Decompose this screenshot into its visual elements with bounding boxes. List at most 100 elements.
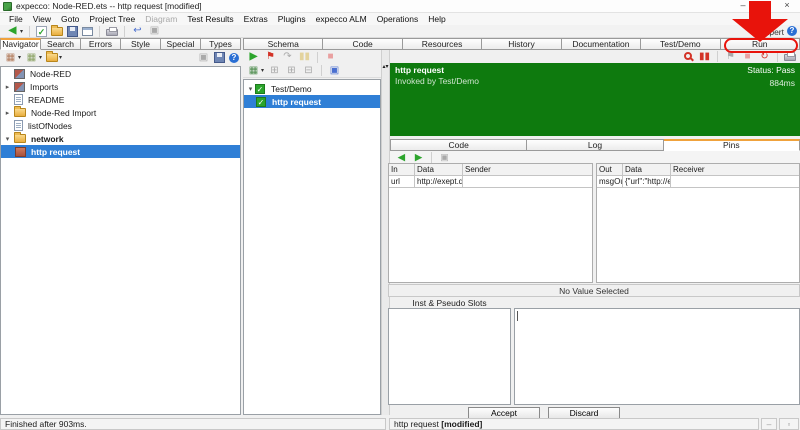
- tree-mode-icon[interactable]: ▦: [247, 65, 260, 77]
- undo-icon[interactable]: ↩: [131, 25, 144, 37]
- tab-run[interactable]: Run: [720, 38, 800, 50]
- tab-test-demo[interactable]: Test/Demo: [641, 38, 721, 50]
- filter-dropdown-icon[interactable]: ▾: [39, 54, 44, 61]
- editor-tab-bar: Schema Code Resources History Documentat…: [243, 38, 800, 50]
- tab-style[interactable]: Style: [121, 38, 161, 50]
- tree-item-imports[interactable]: ▸ Imports: [1, 80, 240, 93]
- window-title: expecco: Node-RED.ets -- http request [m…: [16, 1, 202, 11]
- tab-errors[interactable]: Errors: [81, 38, 121, 50]
- tree-item-node-red[interactable]: Node-RED: [1, 67, 240, 80]
- tree-item-readme[interactable]: README: [1, 93, 240, 106]
- col-data[interactable]: Data: [415, 164, 463, 176]
- menu-operations[interactable]: Operations: [372, 14, 424, 24]
- expander-icon[interactable]: ▾: [3, 135, 12, 143]
- value-editor[interactable]: [514, 308, 800, 405]
- navigator-help-icon[interactable]: ?: [229, 52, 239, 63]
- menu-expecco-alm[interactable]: expecco ALM: [311, 14, 372, 24]
- col-data[interactable]: Data: [623, 164, 671, 176]
- maximize-button[interactable]: ▢: [754, 0, 776, 12]
- expander-icon[interactable]: ▸: [3, 109, 12, 117]
- open-file-icon[interactable]: [51, 24, 63, 36]
- menu-test-results[interactable]: Test Results: [182, 14, 238, 24]
- tree-item-listofnodes[interactable]: listOfNodes: [1, 119, 240, 132]
- splitter-grip-icon[interactable]: ▴▾: [382, 64, 389, 70]
- table-row[interactable]: url http://exept.de: [389, 176, 592, 188]
- new-window-icon[interactable]: [82, 26, 93, 36]
- tree-item-network[interactable]: ▾ network: [1, 132, 240, 145]
- col-sender[interactable]: Sender: [463, 164, 592, 176]
- new-folder-dropdown-icon[interactable]: ▾: [59, 54, 64, 61]
- resize-grip-icon[interactable]: ▫: [779, 418, 799, 430]
- table-row[interactable]: msgOut {"url":"http://e…: [597, 176, 799, 188]
- col-in[interactable]: In: [389, 164, 415, 176]
- tab-detail-code[interactable]: Code: [390, 139, 528, 151]
- menu-view[interactable]: View: [28, 14, 56, 24]
- tab-special[interactable]: Special: [161, 38, 201, 50]
- tab-resources[interactable]: Resources: [402, 38, 483, 50]
- next-pin-icon[interactable]: ▶: [412, 152, 425, 162]
- tree-item-test-demo[interactable]: ▾ ✓ Test/Demo: [244, 82, 380, 95]
- save-icon[interactable]: [67, 25, 78, 37]
- user-level-label[interactable]: Expert: [759, 27, 784, 37]
- stop-run-icon[interactable]: ■: [741, 51, 754, 63]
- menu-goto[interactable]: Goto: [56, 14, 84, 24]
- menu-file[interactable]: File: [4, 14, 28, 24]
- breakpoint-icon[interactable]: ⚑: [724, 51, 737, 63]
- sync-window-icon[interactable]: ▣: [197, 52, 210, 64]
- col-receiver[interactable]: Receiver: [671, 164, 799, 176]
- help-icon[interactable]: ?: [787, 26, 797, 36]
- browser-icon[interactable]: ▣: [148, 25, 161, 37]
- tree-mode-dropdown-icon[interactable]: ▾: [261, 67, 266, 74]
- back-icon[interactable]: ◀: [6, 25, 19, 37]
- filter-icon[interactable]: ▦: [25, 52, 38, 64]
- pin-data: {"url":"http://e…: [623, 176, 671, 188]
- col-out[interactable]: Out: [597, 164, 623, 176]
- tab-detail-log[interactable]: Log: [527, 139, 664, 151]
- collapse-all-icon[interactable]: ⊟: [302, 65, 315, 77]
- expander-icon[interactable]: ▾: [246, 85, 255, 93]
- tab-schema[interactable]: Schema: [243, 38, 324, 50]
- close-button[interactable]: ×: [776, 0, 798, 12]
- tree-item-node-red-import[interactable]: ▸ Node-Red Import: [1, 106, 240, 119]
- slots-list[interactable]: [388, 308, 511, 405]
- tree-item-test-http-request[interactable]: ✓ http request: [244, 95, 380, 108]
- view-mode-dropdown-icon[interactable]: ▾: [18, 54, 23, 61]
- pause-run-icon[interactable]: ▮▮: [698, 51, 711, 63]
- tree-view-toolbar: ▦ ▾ ⊞ ⊞ ⊟ ▣: [243, 64, 381, 78]
- menu-plugins[interactable]: Plugins: [273, 14, 311, 24]
- prev-pin-icon[interactable]: ◀: [395, 152, 408, 162]
- tab-types[interactable]: Types: [201, 38, 241, 50]
- tab-code[interactable]: Code: [323, 38, 403, 50]
- quick-save-icon[interactable]: [214, 52, 225, 63]
- restart-icon[interactable]: ↻: [758, 51, 771, 63]
- expander-icon[interactable]: ▸: [3, 83, 12, 91]
- back-dropdown-icon[interactable]: ▾: [20, 28, 25, 35]
- run-icon[interactable]: ▶: [247, 51, 260, 63]
- menu-help[interactable]: Help: [423, 14, 450, 24]
- step-icon[interactable]: ↷: [281, 51, 294, 63]
- detach-window-icon[interactable]: ▣: [328, 65, 341, 77]
- menu-extras[interactable]: Extras: [239, 14, 273, 24]
- tab-navigator[interactable]: Navigator: [0, 38, 41, 50]
- new-folder-icon[interactable]: [46, 51, 58, 62]
- expand-all-icon[interactable]: ⊞: [285, 65, 298, 77]
- stop-icon[interactable]: ■: [324, 51, 337, 63]
- tab-detail-pins[interactable]: Pins: [663, 139, 800, 151]
- open-pin-window-icon[interactable]: ▣: [438, 152, 451, 162]
- new-suite-icon[interactable]: ✓: [36, 25, 47, 37]
- view-mode-icon[interactable]: ▦: [4, 52, 17, 64]
- pin-name: msgOut: [597, 176, 623, 188]
- minimize-button[interactable]: –: [732, 0, 754, 12]
- print-report-icon[interactable]: [784, 52, 796, 61]
- tree-item-http-request[interactable]: http request: [1, 145, 240, 158]
- print-icon[interactable]: [106, 26, 118, 36]
- expand-one-icon[interactable]: ⊞: [268, 65, 281, 77]
- title-bar: expecco: Node-RED.ets -- http request [m…: [0, 0, 800, 13]
- search-activity-icon[interactable]: [684, 51, 692, 60]
- tab-documentation[interactable]: Documentation: [561, 38, 642, 50]
- pause-icon[interactable]: ▮▮: [298, 51, 311, 63]
- tab-search[interactable]: Search: [41, 38, 81, 50]
- tab-history[interactable]: History: [482, 38, 562, 50]
- menu-project-tree[interactable]: Project Tree: [84, 14, 140, 24]
- run-with-flag-icon[interactable]: ⚑: [264, 51, 277, 63]
